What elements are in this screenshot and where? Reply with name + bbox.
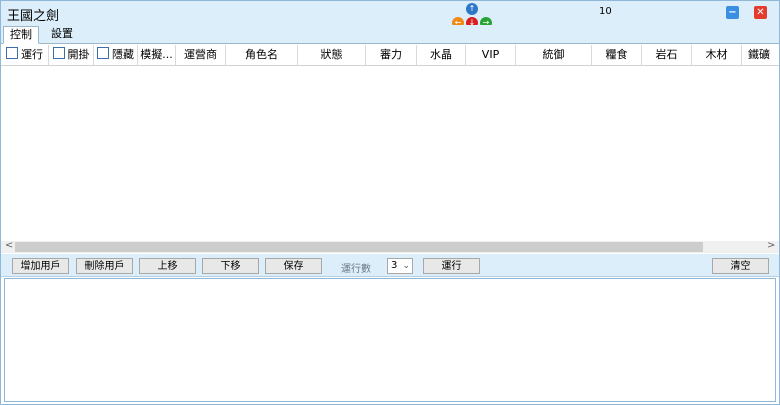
tab-settings[interactable]: 設置 bbox=[45, 26, 79, 42]
checkbox-icon[interactable] bbox=[52, 47, 65, 59]
column-emulator[interactable]: 模擬... bbox=[138, 45, 176, 65]
column-food[interactable]: 糧食 bbox=[592, 45, 642, 65]
column-iron[interactable]: 鐵礦 bbox=[742, 45, 779, 65]
column-operator[interactable]: 運營商 bbox=[176, 45, 226, 65]
column-power[interactable]: 審力 bbox=[366, 45, 417, 65]
table-header: 運行 開掛 隱藏 模擬... 運營商 角色名 狀態 審力 水晶 VIP 統御 糧… bbox=[1, 45, 779, 66]
column-vip[interactable]: VIP bbox=[466, 45, 516, 65]
window-title: 王國之劍 bbox=[7, 9, 60, 24]
column-command[interactable]: 統御 bbox=[516, 45, 592, 65]
tab-strip: 控制 設置 bbox=[1, 25, 779, 44]
title-bar: 王國之劍 ↑ ← ↓ → 10 − ✕ bbox=[1, 1, 779, 29]
checkbox-icon[interactable] bbox=[97, 47, 109, 59]
column-role-name[interactable]: 角色名 bbox=[226, 45, 298, 65]
run-count-label: 運行數 bbox=[341, 264, 371, 275]
close-icon[interactable]: ✕ bbox=[754, 6, 767, 19]
log-output[interactable] bbox=[4, 278, 776, 402]
column-status[interactable]: 狀態 bbox=[298, 45, 366, 65]
scroll-right-icon[interactable]: > bbox=[767, 240, 775, 251]
run-count-select[interactable]: 3 ⌄ bbox=[387, 258, 413, 274]
scroll-left-icon[interactable]: < bbox=[5, 240, 13, 251]
column-run[interactable]: 運行 bbox=[1, 45, 49, 65]
arrow-up-icon[interactable]: ↑ bbox=[466, 3, 478, 15]
move-up-button[interactable]: 上移 bbox=[139, 258, 196, 274]
chevron-down-icon: ⌄ bbox=[402, 261, 410, 271]
move-down-button[interactable]: 下移 bbox=[202, 258, 259, 274]
save-button[interactable]: 保存 bbox=[265, 258, 322, 274]
action-toolbar: 增加用戶 刪除用戶 上移 下移 保存 運行數 3 ⌄ 運行 清空 bbox=[1, 254, 779, 277]
app-window: 王國之劍 ↑ ← ↓ → 10 − ✕ 控制 設置 運行 開掛 隱藏 模擬...… bbox=[0, 0, 780, 405]
tab-control[interactable]: 控制 bbox=[3, 26, 39, 44]
column-stone[interactable]: 岩石 bbox=[642, 45, 692, 65]
scrollbar-thumb[interactable] bbox=[15, 242, 703, 252]
add-user-button[interactable]: 增加用戶 bbox=[12, 258, 69, 274]
account-table: 運行 開掛 隱藏 模擬... 運營商 角色名 狀態 審力 水晶 VIP 統御 糧… bbox=[1, 45, 779, 255]
column-hide[interactable]: 隱藏 bbox=[94, 45, 138, 65]
checkbox-icon[interactable] bbox=[6, 47, 18, 59]
nav-arrows: ↑ ← ↓ → bbox=[449, 3, 497, 29]
column-crystal[interactable]: 水晶 bbox=[417, 45, 466, 65]
column-hack[interactable]: 開掛 bbox=[49, 45, 94, 65]
count-label: 10 bbox=[599, 6, 612, 17]
horizontal-scrollbar[interactable]: < > bbox=[1, 240, 779, 253]
run-button[interactable]: 運行 bbox=[423, 258, 480, 274]
delete-user-button[interactable]: 刪除用戶 bbox=[76, 258, 133, 274]
minimize-icon[interactable]: − bbox=[726, 6, 739, 19]
column-wood[interactable]: 木材 bbox=[692, 45, 742, 65]
clear-button[interactable]: 清空 bbox=[712, 258, 769, 274]
